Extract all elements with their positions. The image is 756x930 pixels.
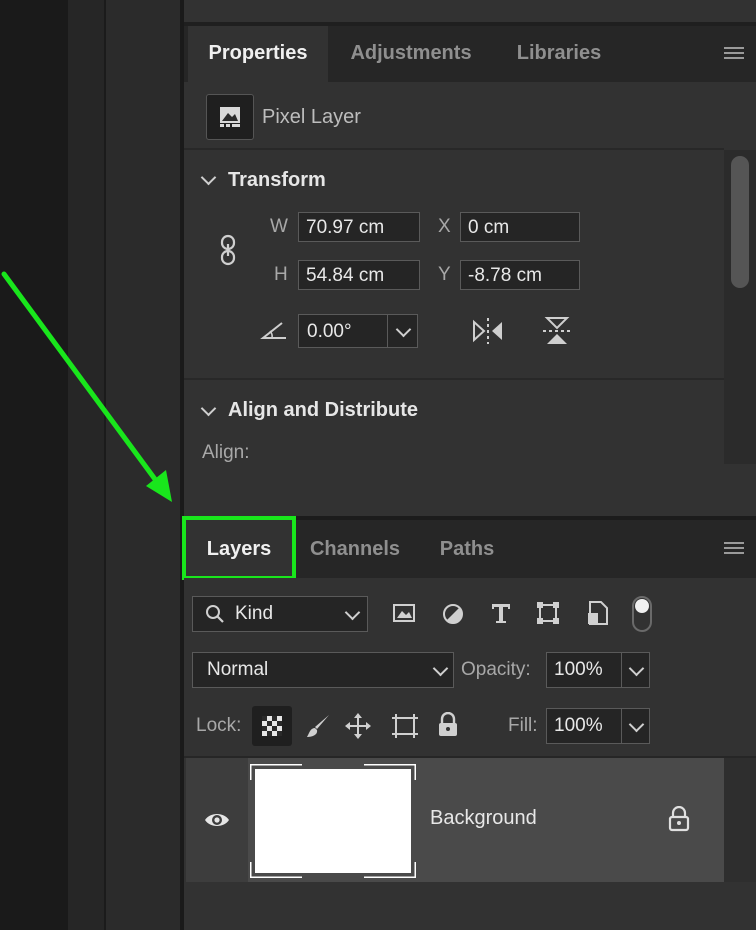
opacity-value: 100% — [554, 659, 603, 680]
angle-icon — [260, 320, 288, 342]
transform-collapse-chevron[interactable] — [200, 169, 217, 186]
divider — [184, 378, 724, 380]
flip-vertical-icon[interactable] — [540, 314, 574, 348]
blend-mode-value: Normal — [207, 659, 269, 680]
properties-tabbar: Properties Adjustments Libraries — [184, 26, 756, 82]
lock-transparent-pixels-icon[interactable] — [252, 706, 292, 746]
filter-smart-object-icon[interactable] — [586, 600, 610, 626]
tab-paths[interactable]: Paths — [420, 520, 514, 578]
y-label: Y — [438, 264, 451, 285]
transform-title: Transform — [228, 169, 326, 191]
filter-type-icon[interactable] — [489, 601, 513, 625]
tab-channels[interactable]: Channels — [296, 520, 414, 578]
fill-label: Fill: — [508, 715, 538, 736]
lock-artboard-icon[interactable] — [390, 712, 420, 740]
filter-kind-dropdown[interactable]: Kind — [192, 596, 368, 632]
height-field[interactable]: 54.84 cm — [298, 260, 420, 290]
width-label: W — [270, 216, 288, 237]
opacity-label: Opacity: — [461, 659, 531, 680]
search-icon — [205, 604, 225, 624]
fill-field[interactable]: 100% — [546, 708, 650, 744]
angle-value: 0.00° — [307, 321, 352, 342]
filter-toggle-switch[interactable] — [632, 596, 652, 632]
layer-lock-icon[interactable] — [668, 806, 690, 832]
align-collapse-chevron[interactable] — [200, 400, 217, 417]
blend-mode-dropdown[interactable]: Normal — [192, 652, 454, 688]
annotation-arrow — [0, 268, 180, 508]
layer-thumbnail — [250, 764, 416, 878]
fill-value: 100% — [554, 715, 603, 736]
x-position-field[interactable]: 0 cm — [460, 212, 580, 242]
filter-adjustment-icon[interactable] — [441, 602, 465, 626]
chevron-down-icon — [395, 321, 412, 338]
layer-row[interactable]: Background — [186, 758, 724, 882]
chevron-down-icon — [628, 716, 645, 733]
panel-menu-icon[interactable] — [724, 47, 744, 61]
height-label: H — [274, 264, 288, 285]
lock-label: Lock: — [196, 715, 242, 736]
align-distribute-title: Align and Distribute — [228, 399, 418, 421]
opacity-field[interactable]: 100% — [546, 652, 650, 688]
chevron-down-icon — [432, 660, 449, 677]
upper-panel-remnant — [184, 0, 756, 26]
y-position-field[interactable]: -8.78 cm — [460, 260, 580, 290]
tab-libraries[interactable]: Libraries — [492, 26, 626, 82]
layers-panel-menu-icon[interactable] — [724, 542, 744, 556]
eye-icon[interactable] — [203, 810, 231, 830]
x-label: X — [438, 216, 451, 237]
chevron-down-icon — [628, 660, 645, 677]
layer-type-label: Pixel Layer — [262, 106, 361, 128]
filter-shape-icon[interactable] — [536, 601, 560, 625]
flip-horizontal-icon[interactable] — [470, 316, 506, 346]
link-dimensions-icon[interactable] — [218, 234, 238, 266]
layer-name[interactable]: Background — [430, 807, 537, 830]
lock-image-pixels-icon[interactable] — [304, 712, 332, 740]
lock-position-icon[interactable] — [344, 712, 372, 740]
properties-scrollbar-thumb[interactable] — [731, 156, 749, 288]
align-label: Align: — [202, 442, 250, 463]
layers-tab-highlight — [182, 516, 296, 580]
divider — [184, 148, 724, 150]
pixel-layer-icon — [206, 94, 254, 140]
filter-pixel-icon[interactable] — [392, 602, 416, 624]
tab-properties[interactable]: Properties — [188, 26, 328, 82]
angle-dropdown[interactable]: 0.00° — [298, 314, 418, 348]
tab-adjustments[interactable]: Adjustments — [330, 26, 492, 82]
lock-all-icon[interactable] — [436, 712, 460, 738]
filter-kind-label: Kind — [235, 603, 274, 624]
layers-scroll-track — [724, 758, 756, 882]
chevron-down-icon — [344, 604, 361, 621]
width-field[interactable]: 70.97 cm — [298, 212, 420, 242]
